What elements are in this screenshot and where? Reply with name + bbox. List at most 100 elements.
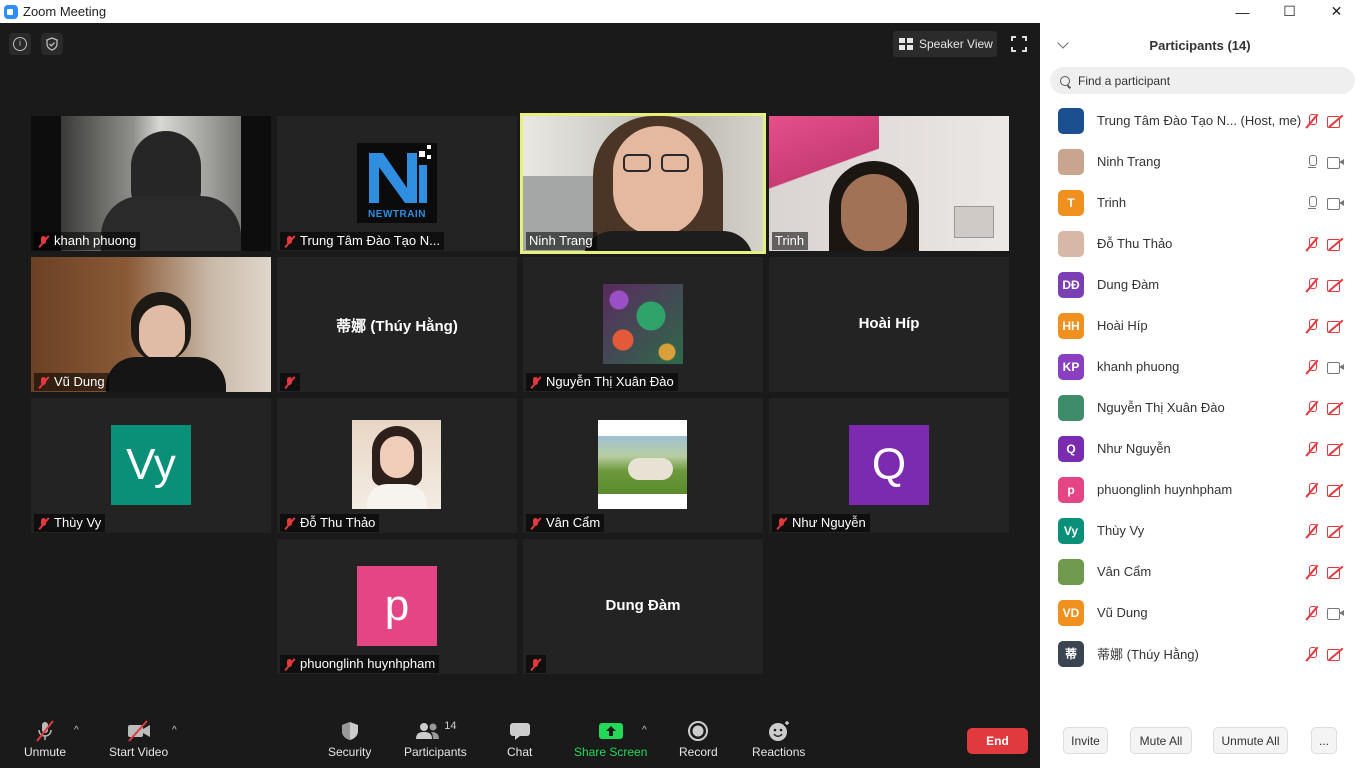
encryption-shield-icon[interactable] (41, 33, 63, 55)
video-icon[interactable] (1327, 197, 1345, 210)
video-off-icon[interactable] (1327, 279, 1345, 292)
reactions-button[interactable]: Reactions (752, 719, 805, 759)
participant-row[interactable]: p phuonglinh huynhpham (1040, 469, 1360, 510)
video-tile-ninh-trang[interactable]: Ninh Trang (520, 113, 766, 254)
end-meeting-button[interactable]: End (967, 728, 1028, 754)
close-button[interactable]: ✕ (1313, 0, 1360, 23)
participant-row[interactable]: Nguyễn Thị Xuân Đào (1040, 387, 1360, 428)
video-icon[interactable] (1327, 607, 1345, 620)
minimize-button[interactable]: — (1219, 0, 1266, 23)
participants-button[interactable]: 14 Participants (404, 719, 467, 759)
participant-row[interactable]: Trung Tâm Đào Tạo N... (Host, me) (1040, 100, 1360, 141)
speaker-view-button[interactable]: Speaker View (893, 31, 997, 57)
video-options-caret-icon[interactable]: ^ (172, 725, 177, 736)
mic-muted-icon[interactable] (1306, 277, 1318, 292)
participant-row[interactable]: KP khanh phuong (1040, 346, 1360, 387)
video-tile-dung-dam[interactable]: Dung Đàm (523, 539, 763, 674)
participants-count: 14 (444, 720, 457, 732)
record-button[interactable]: Record (679, 719, 718, 759)
maximize-button[interactable]: ☐ (1266, 0, 1313, 23)
unmute-button[interactable]: Unmute (24, 719, 66, 759)
video-icon[interactable] (1327, 361, 1345, 374)
mic-muted-icon[interactable] (1306, 482, 1318, 497)
participant-name: Dung Đàm (1097, 277, 1160, 292)
start-video-button[interactable]: Start Video (109, 719, 168, 759)
video-tile-nhu-nguyen[interactable]: Q Như Nguyễn (769, 398, 1009, 533)
security-button[interactable]: Security (328, 719, 371, 759)
mic-muted-icon (33, 719, 57, 743)
participant-name: Như Nguyễn (1097, 441, 1171, 456)
mic-muted-icon[interactable] (1306, 318, 1318, 333)
video-off-icon[interactable] (1327, 525, 1345, 538)
video-tile-van-cam[interactable]: Vân Cẩm (523, 398, 763, 533)
video-off-icon[interactable] (1327, 566, 1345, 579)
participant-avatar: DĐ (1058, 271, 1084, 298)
mic-muted-icon[interactable] (1306, 441, 1318, 456)
mic-muted-icon[interactable] (1306, 400, 1318, 415)
mic-muted-icon[interactable] (1306, 564, 1318, 579)
participant-row[interactable]: HH Hoài Híp (1040, 305, 1360, 346)
participant-row[interactable]: 蒂蒂娜 (Thúy Hằng) (1040, 633, 1360, 674)
mute-all-button[interactable]: Mute All (1130, 727, 1192, 754)
video-off-icon[interactable] (1327, 648, 1345, 661)
tile-label: khanh phuong (34, 232, 141, 250)
participant-search[interactable] (1050, 67, 1355, 94)
start-video-label: Start Video (109, 745, 169, 759)
unmute-label: Unmute (24, 745, 67, 759)
video-tile-nguyen-thi-xuan-dao[interactable]: Nguyễn Thị Xuân Đào (523, 257, 763, 392)
fullscreen-icon[interactable] (1011, 36, 1027, 52)
mic-muted-icon[interactable] (1306, 236, 1318, 251)
participant-row[interactable]: Ninh Trang (1040, 141, 1360, 182)
tile-label: Đỗ Thu Thảo (280, 514, 380, 532)
participant-row[interactable]: Vy Thùy Vy (1040, 510, 1360, 551)
video-tile-trinh[interactable]: Trinh (769, 116, 1009, 251)
video-tile-khanh-phuong[interactable]: khanh phuong (31, 116, 271, 251)
video-tile-host[interactable]: NEWTRAIN Trung Tâm Đào Tạo N... (277, 116, 517, 251)
more-options-button[interactable]: ... (1311, 727, 1337, 754)
video-tile-thuy-vy[interactable]: Vy Thùy Vy (31, 398, 271, 533)
participant-row[interactable]: VD Vũ Dung (1040, 592, 1360, 633)
chat-button[interactable]: Chat (507, 719, 532, 759)
video-tile-hoai-hip[interactable]: Hoài Híp (769, 257, 1009, 392)
participant-row[interactable]: DĐ Dung Đàm (1040, 264, 1360, 305)
mic-muted-icon[interactable] (1306, 523, 1318, 538)
invite-button[interactable]: Invite (1063, 727, 1108, 754)
meeting-info-icon[interactable]: i (9, 33, 31, 55)
mic-muted-icon[interactable] (1306, 605, 1318, 620)
participant-row[interactable]: Đỗ Thu Thảo (1040, 223, 1360, 264)
participant-name: Vân Cẩm (1097, 564, 1152, 579)
audio-options-caret-icon[interactable]: ^ (74, 725, 79, 736)
newtrain-logo-text: NEWTRAIN (368, 209, 426, 220)
security-label: Security (328, 745, 372, 759)
video-tile-phuonglinh[interactable]: p phuonglinh huynhpham (277, 539, 517, 674)
video-tile-do-thu-thao[interactable]: Đỗ Thu Thảo (277, 398, 517, 533)
participant-row[interactable]: Vân Cẩm (1040, 551, 1360, 592)
participant-photo (603, 284, 683, 364)
video-off-icon[interactable] (1327, 402, 1345, 415)
collapse-chevron-icon[interactable] (1057, 37, 1069, 49)
participant-name: Ninh Trang (529, 233, 593, 248)
video-tile-thuy-hang[interactable]: 蒂娜 (Thúy Hằng) (277, 257, 517, 392)
participant-row[interactable]: T Trinh (1040, 182, 1360, 223)
tile-label: Trinh (772, 232, 809, 250)
video-off-icon[interactable] (1327, 484, 1345, 497)
unmute-all-button[interactable]: Unmute All (1213, 727, 1288, 754)
search-icon (1060, 75, 1070, 86)
mic-icon[interactable] (1306, 195, 1318, 210)
share-screen-button[interactable]: Share Screen (574, 719, 647, 759)
tile-label: Vân Cẩm (526, 514, 605, 532)
video-off-icon[interactable] (1327, 443, 1345, 456)
mic-muted-icon[interactable] (1306, 359, 1318, 374)
share-options-caret-icon[interactable]: ^ (642, 725, 647, 736)
mic-muted-icon[interactable] (1306, 646, 1318, 661)
participant-row[interactable]: Q Như Nguyễn (1040, 428, 1360, 469)
video-icon[interactable] (1327, 156, 1345, 169)
participant-search-input[interactable] (1078, 73, 1308, 88)
video-off-icon[interactable] (1327, 115, 1345, 128)
mic-icon[interactable] (1306, 154, 1318, 169)
record-icon (687, 719, 709, 743)
video-off-icon[interactable] (1327, 238, 1345, 251)
mic-muted-icon[interactable] (1306, 113, 1318, 128)
video-tile-vu-dung[interactable]: Vũ Dung (31, 257, 271, 392)
video-off-icon[interactable] (1327, 320, 1345, 333)
